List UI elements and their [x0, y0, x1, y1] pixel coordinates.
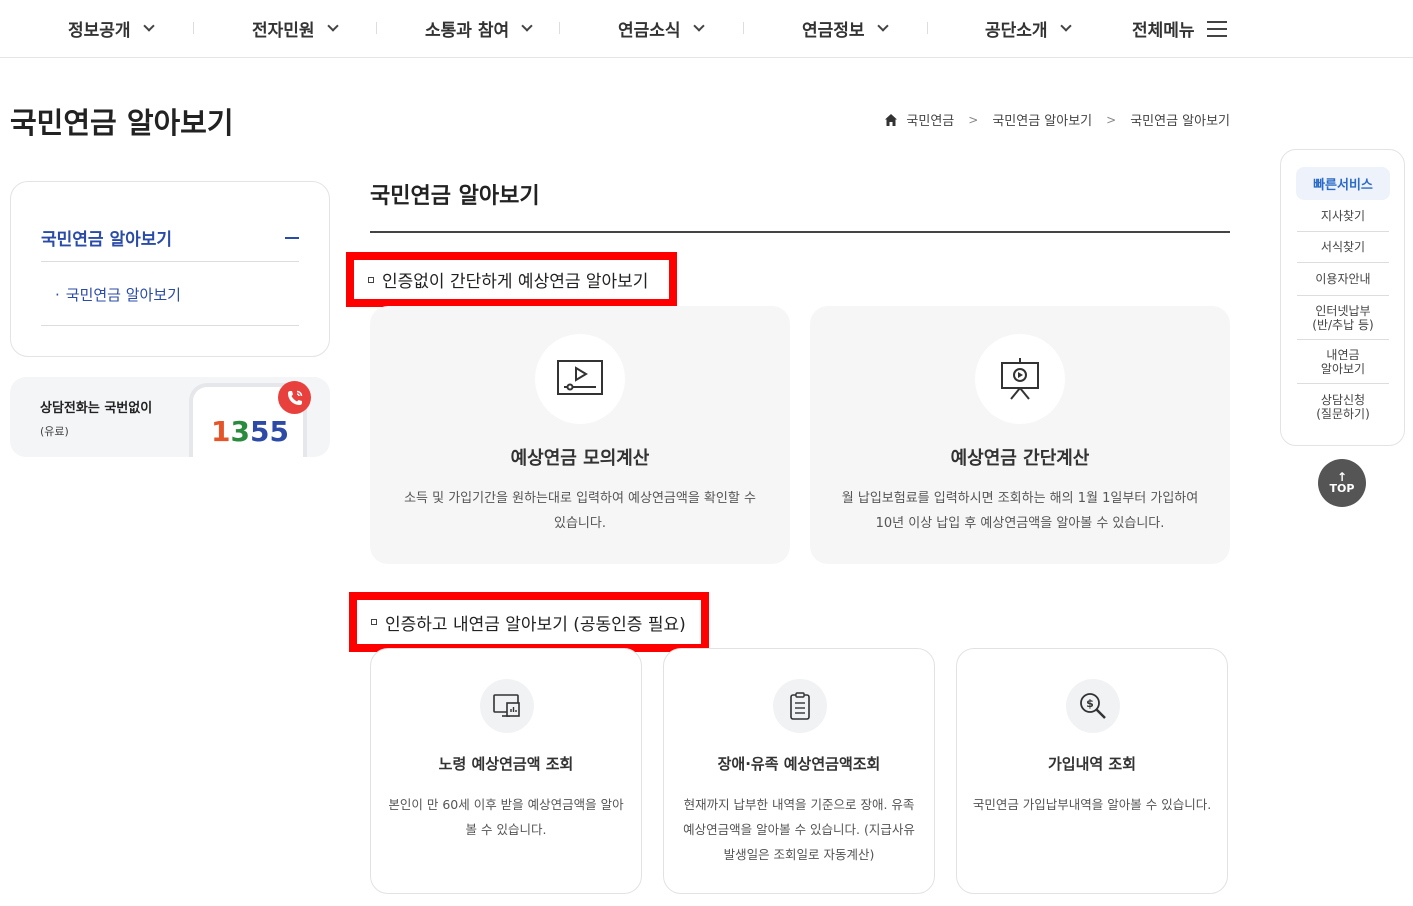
scroll-top-button[interactable]: ↑ TOP: [1318, 459, 1366, 507]
nav-label: 정보공개: [68, 21, 131, 41]
page-title: 국민연금 알아보기: [10, 106, 234, 140]
square-bullet-icon: [368, 276, 374, 283]
chevron-down-icon: [692, 20, 705, 32]
call-center-banner: 상담전화는 국번없이 (유료) 1355: [10, 377, 330, 457]
title-divider: [370, 231, 1230, 233]
clipboard-icon: [773, 679, 827, 733]
card-title: 장애·유족 예상연금액조회: [717, 755, 881, 773]
card-title: 노령 예상연금액 조회: [438, 755, 574, 773]
quick-item-branch-finder[interactable]: 지사찾기: [1297, 200, 1389, 232]
quick-service-title: 빠른서비스: [1296, 167, 1390, 200]
side-menu-item-label: 국민연금 알아보기: [65, 286, 181, 304]
breadcrumb-item[interactable]: 국민연금 알아보기: [992, 110, 1092, 129]
card-description: 국민연금 가입납부내역을 알아볼 수 있습니다.: [972, 797, 1212, 812]
call-number-digit: 3: [230, 415, 250, 448]
card-old-age-pension[interactable]: 노령 예상연금액 조회 본인이 만 60세 이후 받을 예상연금액을 알아볼 수…: [370, 648, 642, 894]
call-number-digit: 1: [211, 415, 231, 448]
chevron-down-icon: [876, 20, 889, 32]
breadcrumb: 국민연금 > 국민연금 알아보기 > 국민연금 알아보기: [884, 110, 1230, 129]
nav-label: 연금소식: [618, 21, 681, 41]
section-heading-label: 인증하고 내연금 알아보기 (공동인증 필요): [385, 614, 686, 635]
top-navigation: 정보공개 전자민원 소통과 참여 연금소식 연금정보 공단소개 전체메뉴: [0, 0, 1413, 58]
nav-label: 소통과 참여: [425, 21, 510, 41]
presentation-board-icon: [975, 334, 1065, 424]
arrow-up-icon: ↑: [1336, 469, 1348, 484]
chevron-right-icon: >: [1106, 112, 1117, 127]
card-title: 예상연금 모의계산: [510, 448, 650, 469]
breadcrumb-item[interactable]: 국민연금: [906, 110, 954, 129]
nav-item-pension-info[interactable]: 연금정보: [802, 0, 889, 57]
monitor-chart-icon: [480, 679, 534, 733]
side-menu-title[interactable]: 국민연금 알아보기: [41, 225, 299, 262]
card-disability-survivor-pension[interactable]: 장애·유족 예상연금액조회 현재까지 납부한 내역을 기준으로 장애. 유족 예…: [663, 648, 935, 894]
chevron-down-icon: [521, 20, 533, 32]
quick-item-form-finder[interactable]: 서식찾기: [1297, 232, 1389, 263]
side-menu-item[interactable]: · 국민연금 알아보기: [41, 262, 299, 326]
nav-divider: [743, 22, 744, 34]
bullet-icon: ·: [55, 286, 60, 304]
quick-item-consultation[interactable]: 상담신청 (질문하기): [1297, 384, 1389, 430]
nav-item-e-civil[interactable]: 전자민원: [252, 0, 339, 57]
card-title: 가입내역 조회: [1047, 755, 1137, 773]
nav-divider: [193, 22, 194, 34]
breadcrumb-item[interactable]: 국민연금 알아보기: [1130, 110, 1230, 129]
dollar-search-icon: $: [1066, 679, 1120, 733]
card-pension-simple-calc[interactable]: 예상연금 간단계산 월 납입보험료를 입력하시면 조회하는 해의 1월 1일부터…: [810, 306, 1230, 564]
quick-item-my-pension[interactable]: 내연금 알아보기: [1297, 340, 1389, 384]
call-center-title: 상담전화는 국번없이: [40, 401, 153, 416]
nav-label: 공단소개: [985, 21, 1048, 41]
quick-item-user-guide[interactable]: 이용자안내: [1297, 263, 1389, 296]
nav-divider: [927, 22, 928, 34]
scroll-top-label: TOP: [1329, 481, 1355, 495]
square-bullet-icon: [371, 619, 377, 625]
nav-divider: [559, 22, 560, 34]
chevron-down-icon: [1059, 20, 1072, 32]
call-center-fee-note: (유료): [40, 425, 69, 438]
nav-item-about[interactable]: 공단소개: [985, 0, 1072, 57]
nav-label: 전자민원: [252, 21, 315, 41]
home-icon[interactable]: [884, 113, 898, 127]
card-pension-simulation[interactable]: 예상연금 모의계산 소득 및 가입기간을 원하는대로 입력하여 예상연금액을 확…: [370, 306, 790, 564]
svg-text:$: $: [1086, 697, 1094, 710]
hamburger-icon: [1206, 20, 1227, 37]
card-description: 현재까지 납부한 내역을 기준으로 장애. 유족 예상연금액을 알아볼 수 있습…: [683, 797, 915, 862]
card-subscription-history[interactable]: $ 가입내역 조회 국민연금 가입납부내역을 알아볼 수 있습니다.: [956, 648, 1228, 894]
quick-item-internet-payment[interactable]: 인터넷납부 (반/추납 등): [1297, 296, 1389, 340]
all-menu-label: 전체메뉴: [1132, 21, 1195, 41]
chevron-down-icon: [326, 20, 339, 32]
side-menu: 국민연금 알아보기 · 국민연금 알아보기: [10, 181, 330, 357]
nav-item-info-disclosure[interactable]: 정보공개: [68, 0, 155, 57]
section-heading-no-auth: 인증없이 간단하게 예상연금 알아보기: [346, 252, 677, 307]
nav-label: 연금정보: [802, 21, 865, 41]
call-number: 1355: [211, 415, 289, 448]
all-menu-button[interactable]: 전체메뉴: [1132, 0, 1227, 57]
phone-call-icon: [278, 381, 311, 414]
nav-divider: [376, 22, 377, 34]
call-number-digit: 55: [249, 415, 289, 448]
collapse-icon[interactable]: [285, 237, 299, 239]
card-description: 본인이 만 60세 이후 받을 예상연금액을 알아볼 수 있습니다.: [388, 797, 624, 837]
section-heading-label: 인증없이 간단하게 예상연금 알아보기: [382, 272, 649, 292]
chevron-right-icon: >: [968, 112, 979, 127]
nav-item-communication[interactable]: 소통과 참여: [425, 0, 533, 57]
content-title: 국민연금 알아보기: [370, 184, 540, 209]
quick-service-menu: 빠른서비스 지사찾기 서식찾기 이용자안내 인터넷납부 (반/추납 등) 내연금…: [1280, 149, 1405, 446]
card-description: 월 납입보험료를 입력하시면 조회하는 해의 1월 1일부터 가입하여 10년 …: [841, 491, 1199, 531]
card-title: 예상연금 간단계산: [950, 448, 1090, 469]
section-heading-with-auth: 인증하고 내연금 알아보기 (공동인증 필요): [349, 592, 709, 652]
video-player-icon: [535, 334, 625, 424]
side-menu-title-label: 국민연금 알아보기: [41, 230, 173, 250]
nav-item-pension-news[interactable]: 연금소식: [618, 0, 705, 57]
card-description: 소득 및 가입기간을 원하는대로 입력하여 예상연금액을 확인할 수 있습니다.: [404, 491, 756, 531]
chevron-down-icon: [142, 20, 155, 32]
